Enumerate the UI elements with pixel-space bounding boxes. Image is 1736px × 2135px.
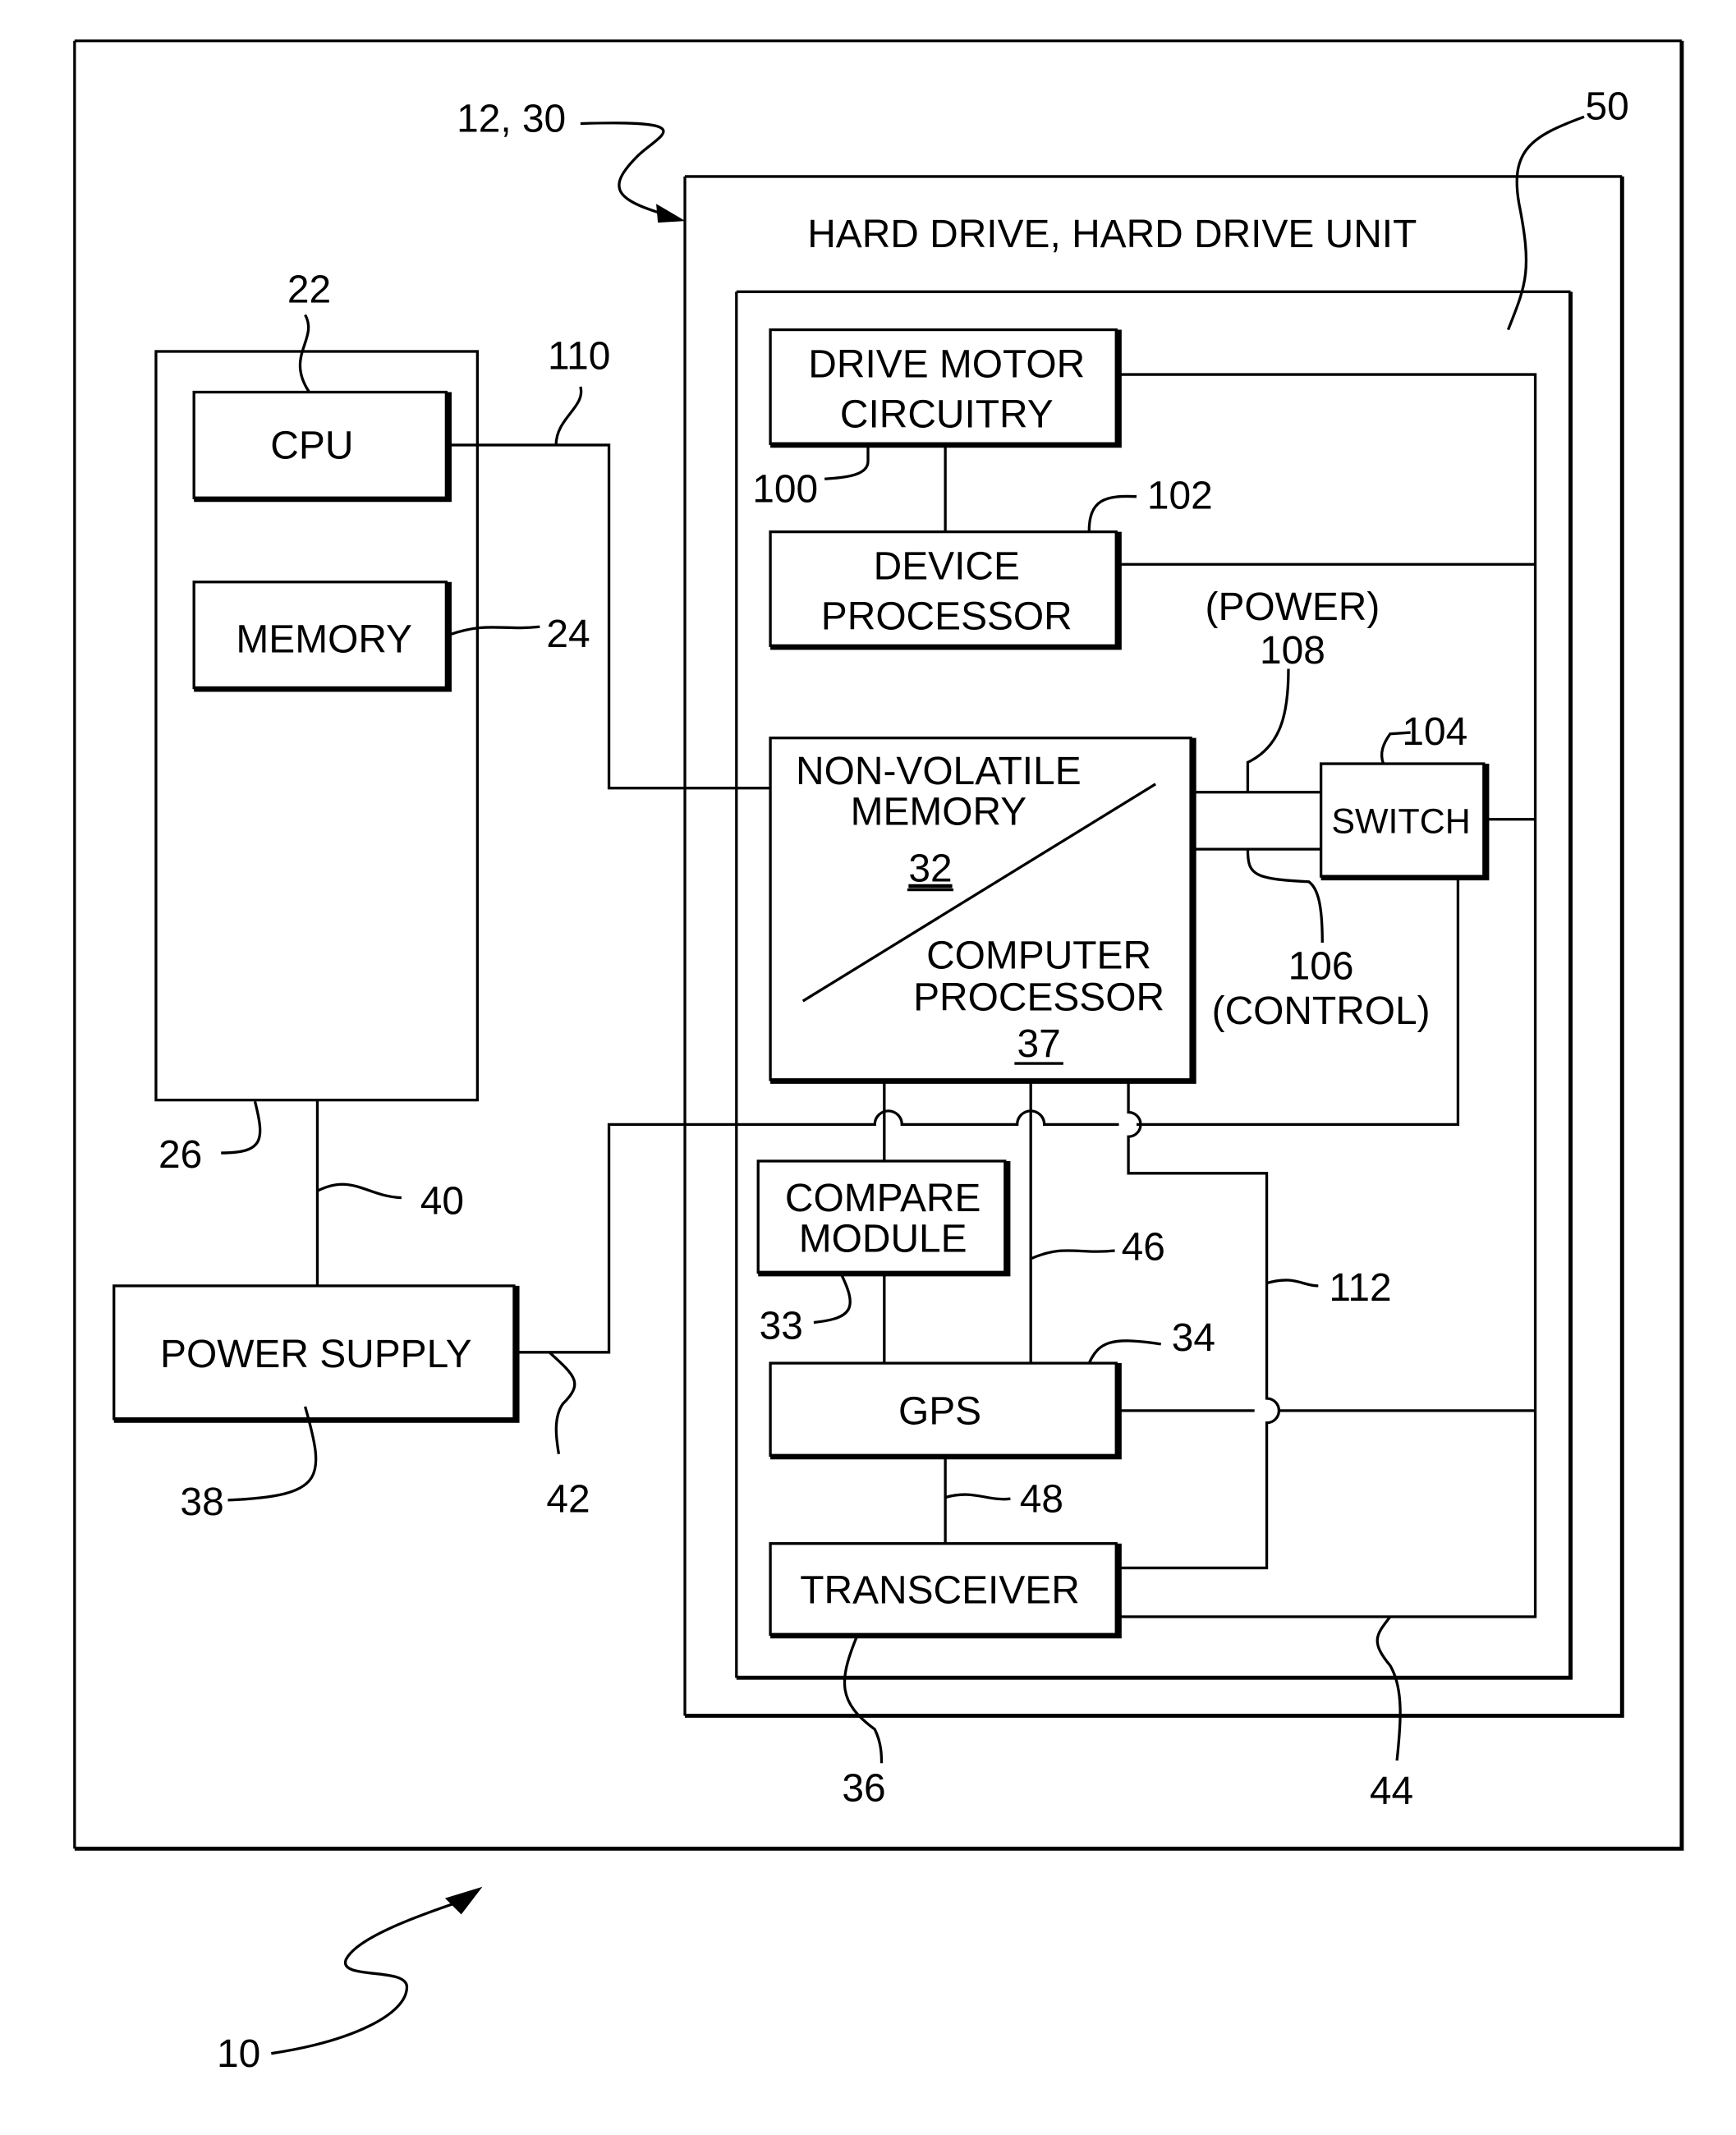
ref-bus-40: 40 (420, 1179, 464, 1223)
gps-label: GPS (898, 1389, 981, 1433)
device-processor-label-2: PROCESSOR (821, 595, 1072, 639)
ref-bus-110: 110 (548, 334, 610, 378)
nvm-label-1: NON-VOLATILE (796, 750, 1082, 793)
transceiver-block: TRANSCEIVER (769, 1542, 1122, 1639)
ref-line-46: 46 (1122, 1226, 1165, 1270)
hard-drive-title: HARD DRIVE, HARD DRIVE UNIT (807, 213, 1417, 256)
ref-power-supply: 38 (180, 1481, 223, 1524)
switch-label: SWITCH (1331, 801, 1470, 841)
switch-block: SWITCH (1319, 762, 1490, 881)
compare-module-label-2: MODULE (799, 1218, 967, 1261)
ref-device-processor: 102 (1147, 475, 1213, 518)
ref-cpu: 22 (287, 269, 331, 312)
ref-line-44: 44 (1370, 1770, 1413, 1813)
power-supply-label: POWER SUPPLY (160, 1333, 472, 1376)
ref-power-line: 108 (1260, 629, 1325, 673)
ref-transceiver: 36 (842, 1766, 885, 1810)
power-supply-block: POWER SUPPLY (113, 1284, 520, 1423)
cpu-block: CPU (192, 390, 452, 503)
ref-bus-42: 42 (546, 1478, 590, 1522)
cpu-nvm-bus (448, 443, 771, 790)
drive-motor-block: DRIVE MOTOR CIRCUITRY (769, 328, 1122, 448)
control-line-label: (CONTROL) (1212, 989, 1431, 1033)
computer-processor-ref: 37 (1017, 1022, 1060, 1066)
ref-housing: 26 (158, 1133, 202, 1177)
power-line-label: (POWER) (1206, 585, 1380, 629)
ref-drive: 12, 30 (457, 97, 566, 140)
ref-gps: 34 (1172, 1316, 1215, 1360)
drive-motor-label-1: DRIVE MOTOR (808, 342, 1085, 386)
ref-memory: 24 (546, 613, 590, 656)
transceiver-label: TRANSCEIVER (800, 1568, 1080, 1612)
device-processor-block: DEVICE PROCESSOR (769, 530, 1122, 650)
patent-block-diagram: HARD DRIVE, HARD DRIVE UNIT CPU MEMORY P… (73, 39, 1684, 2076)
gps-block: GPS (769, 1361, 1122, 1460)
ref-line-112: 112 (1329, 1266, 1391, 1310)
cpu-label: CPU (270, 424, 353, 467)
ref-enclosure: 50 (1585, 85, 1628, 129)
ref-switch: 104 (1402, 710, 1467, 754)
memory-label: MEMORY (236, 618, 412, 662)
ref-compare-module: 33 (760, 1304, 803, 1348)
computer-processor-label-2: PROCESSOR (913, 976, 1164, 1020)
ref-control-line: 106 (1288, 945, 1354, 989)
device-processor-label-1: DEVICE (874, 544, 1020, 588)
compare-module-block: COMPARE MODULE (756, 1159, 1011, 1277)
compare-module-label-1: COMPARE (785, 1177, 981, 1220)
nvm-processor-block: NON-VOLATILE MEMORY 32 COMPUTER PROCESSO… (769, 737, 1196, 1084)
computer-processor-label-1: COMPUTER (926, 934, 1151, 977)
ref-drive-motor: 100 (752, 467, 818, 511)
nvm-ref: 32 (908, 847, 952, 891)
nvm-label-2: MEMORY (851, 790, 1027, 833)
drive-motor-label-2: CIRCUITRY (840, 393, 1054, 436)
ref-line-48: 48 (1020, 1478, 1063, 1522)
memory-block: MEMORY (192, 581, 452, 692)
ref-system: 10 (217, 2032, 260, 2076)
